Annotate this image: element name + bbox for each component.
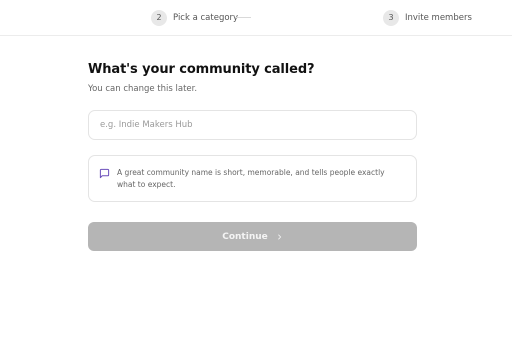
stepper-bar: 2 Pick a category 3 Invite members: [0, 0, 512, 36]
step-invite-members[interactable]: 3 Invite members: [383, 9, 472, 26]
step-label: Pick a category: [173, 12, 239, 23]
page-subtitle: You can change this later.: [88, 84, 198, 94]
step-number: 3: [383, 9, 399, 26]
step-label: Invite members: [405, 12, 472, 23]
community-name-input[interactable]: [88, 110, 417, 140]
step-number: 2: [151, 9, 167, 26]
community-name-form: What's your community called? You can ch…: [88, 62, 417, 251]
continue-button[interactable]: Continue: [88, 222, 417, 251]
continue-label: Continue: [222, 231, 268, 242]
step-pick-category[interactable]: 2 Pick a category: [151, 9, 238, 26]
page-title: What's your community called?: [88, 62, 315, 77]
chevron-right-icon: [277, 234, 281, 239]
message-square-icon: [99, 168, 110, 179]
tip-text: A great community name is short, memorab…: [117, 168, 385, 189]
tip-box: A great community name is short, memorab…: [88, 155, 417, 202]
step-connector: [235, 17, 251, 18]
